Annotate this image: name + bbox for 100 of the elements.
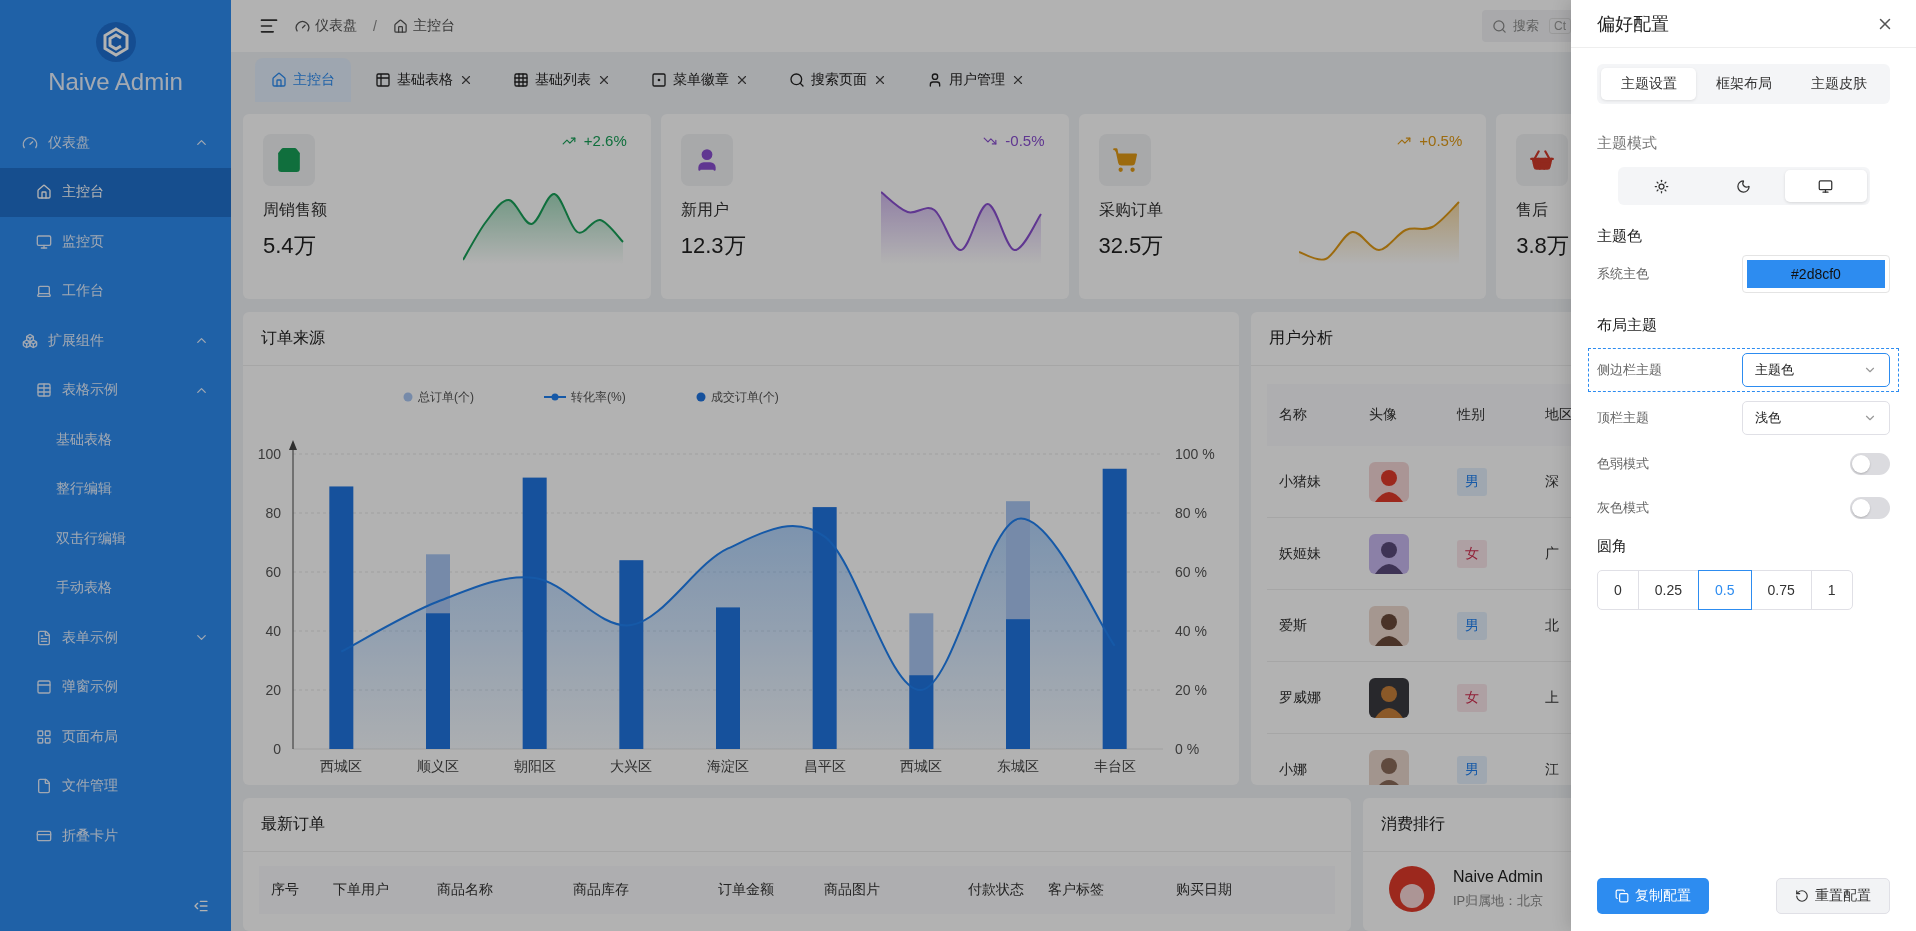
card-title: 最新订单	[243, 798, 1351, 852]
column-header: 商品库存	[573, 881, 629, 899]
table-cell: 江	[1545, 760, 1559, 779]
column-header: 订单金额	[718, 881, 774, 899]
column-header: 名称	[1279, 406, 1307, 424]
axis-tick-label: 20	[265, 682, 281, 698]
menu-item-icon	[36, 679, 52, 696]
axis-category-label: 昌平区	[803, 758, 846, 774]
axis-category-label: 大兴区	[610, 758, 653, 774]
section-heading: 布局主题	[1597, 316, 1658, 335]
legend-item[interactable]: 总订单(个)	[403, 380, 474, 414]
menu-item-icon	[36, 382, 52, 399]
sun-icon	[1654, 178, 1669, 194]
tab[interactable]: 主题设置	[1601, 68, 1696, 100]
select-field[interactable]: 浅色	[1742, 401, 1890, 435]
menu-item-icon	[36, 283, 52, 300]
table-cell: 爱斯	[1279, 616, 1307, 635]
tab[interactable]: 菜单徽章	[635, 58, 765, 102]
radius-option[interactable]: 0	[1597, 570, 1639, 610]
column-header: 性别	[1457, 406, 1485, 424]
legend-item[interactable]: 成交订单(个)	[695, 380, 779, 414]
color-picker[interactable]: #2d8cf0	[1742, 255, 1890, 293]
stat-value: 3.8万	[1516, 232, 1569, 260]
field-label: 灰色模式	[1597, 499, 1649, 517]
tab[interactable]: 用户管理	[911, 58, 1041, 102]
axis-tick-label: 20 %	[1175, 682, 1207, 698]
radius-option[interactable]: 0.75	[1750, 570, 1812, 610]
collapse-icon[interactable]	[193, 898, 209, 914]
avatar-icon	[1389, 866, 1435, 912]
axis-category-label: 西城区	[320, 758, 363, 774]
search-icon	[1492, 18, 1507, 34]
legend-item[interactable]: 转化率(%)	[544, 380, 626, 414]
column-header: 下单用户	[333, 881, 389, 899]
breadcrumb-item[interactable]: 仪表盘	[295, 17, 357, 35]
toggle-switch[interactable]	[1850, 497, 1890, 519]
tab-icon	[927, 72, 943, 88]
menu-item-icon	[22, 332, 38, 349]
column-header: 地区	[1545, 406, 1573, 424]
logo-text: Naive Admin	[48, 68, 183, 96]
select-field[interactable]: 主题色	[1742, 353, 1890, 387]
legend-dot-icon	[403, 392, 413, 402]
tab[interactable]: 基础列表	[497, 58, 627, 102]
table-cell: 妖姬妹	[1279, 544, 1321, 563]
table-cell: 广	[1545, 544, 1559, 563]
section-heading: 主题模式	[1597, 134, 1658, 153]
stat-title: 新用户	[680, 200, 729, 220]
stat-value: 12.3万	[680, 232, 746, 260]
menu-item-icon	[36, 778, 52, 795]
column-header: 头像	[1369, 406, 1397, 424]
axis-tick-label: 60 %	[1175, 564, 1207, 580]
close-icon[interactable]	[1011, 73, 1025, 87]
moon-icon	[1736, 178, 1751, 194]
column-header: 购买日期	[1176, 881, 1232, 899]
close-icon[interactable]	[597, 73, 611, 87]
close-icon[interactable]	[735, 73, 749, 87]
section-heading: 主题色	[1597, 227, 1643, 246]
trend-change: -0.5%	[1005, 132, 1045, 149]
footer-button[interactable]: 复制配置	[1597, 878, 1709, 914]
legend-line-icon	[544, 392, 566, 402]
theme-mode-button[interactable]	[1784, 170, 1867, 202]
tab-icon	[651, 72, 667, 88]
tab[interactable]: 框架布局	[1696, 68, 1791, 100]
column-header: 付款状态	[968, 881, 1024, 899]
close-icon[interactable]	[873, 73, 887, 87]
table-cell: 深	[1545, 472, 1559, 491]
radius-option[interactable]: 0.25	[1637, 570, 1700, 610]
stat-icon	[1111, 147, 1138, 173]
radius-option[interactable]: 1	[1810, 570, 1853, 610]
axis-tick-label: 0 %	[1175, 741, 1200, 757]
toggle-switch[interactable]	[1850, 453, 1890, 475]
table-cell: 上	[1545, 688, 1559, 707]
axis-category-label: 东城区	[997, 758, 1039, 774]
tab-icon	[375, 72, 391, 88]
axis-tick-label: 100 %	[1175, 446, 1215, 462]
menu-icon[interactable]	[259, 16, 279, 36]
breadcrumb-separator: /	[373, 18, 377, 34]
table-cell: 罗威娜	[1279, 688, 1321, 707]
tab[interactable]: 基础表格	[359, 58, 489, 102]
field-label: 系统主色	[1597, 265, 1649, 283]
tab[interactable]: 搜索页面	[773, 58, 903, 102]
footer-button[interactable]: 重置配置	[1776, 878, 1890, 914]
tab[interactable]: 主题皮肤	[1791, 68, 1886, 100]
card-title: 订单来源	[243, 312, 1239, 366]
menu-item-icon	[36, 233, 52, 250]
table-cell: 北	[1545, 616, 1559, 635]
trend-change: +2.6%	[583, 132, 627, 149]
close-icon[interactable]	[459, 73, 473, 87]
axis-tick-label: 0	[273, 741, 281, 757]
radius-option[interactable]: 0.5	[1698, 570, 1752, 610]
column-header: 序号	[271, 881, 299, 899]
breadcrumb-item[interactable]: 主控台	[392, 17, 455, 35]
stat-icon	[276, 147, 302, 173]
column-header: 客户标签	[1048, 881, 1104, 899]
axis-tick-label: 40	[265, 623, 281, 639]
rank-location: IP归属地：北京	[1453, 892, 1544, 910]
axis-tick-label: 100	[257, 446, 281, 462]
axis-category-label: 海淀区	[707, 758, 749, 774]
stat-value: 32.5万	[1098, 232, 1164, 260]
menu-item-icon	[36, 629, 52, 646]
copy-icon	[1615, 889, 1629, 903]
